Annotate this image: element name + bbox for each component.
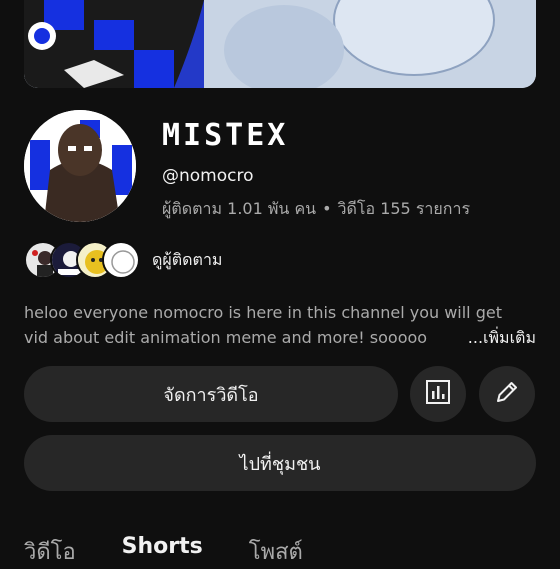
tab-videos[interactable]: วิดีโอ: [24, 534, 76, 569]
stats-separator: •: [322, 199, 332, 218]
pencil-icon: [494, 379, 520, 410]
analytics-icon: [425, 379, 451, 410]
channel-avatar[interactable]: [24, 110, 136, 222]
channel-handle: @nomocro: [162, 166, 254, 186]
tab-posts[interactable]: โพสต์: [249, 534, 303, 569]
channel-stats: ผู้ติดตาม 1.01 พัน คน • วิดีโอ 155 รายการ: [162, 197, 470, 222]
more-link[interactable]: ...เพิ่มเติม: [468, 325, 536, 350]
channel-description[interactable]: heloo everyone nomocro is here in this c…: [24, 300, 536, 350]
analytics-button[interactable]: [410, 366, 466, 422]
description-line-2: vid about edit animation meme and more! …: [24, 328, 428, 347]
edit-channel-button[interactable]: [479, 366, 535, 422]
manage-videos-button[interactable]: จัดการวิดีโอ: [24, 366, 398, 422]
channel-tabs: วิดีโอ Shorts โพสต์: [24, 534, 349, 569]
subscriber-count: ผู้ติดตาม 1.01 พัน คน: [162, 199, 317, 218]
channel-name: MISTEX: [162, 118, 289, 153]
channel-banner: [24, 0, 536, 88]
description-line-1: heloo everyone nomocro is here in this c…: [24, 303, 502, 322]
view-subscribers-link[interactable]: ดูผู้ติดตาม: [152, 248, 222, 273]
tab-shorts[interactable]: Shorts: [122, 534, 203, 569]
view-subscribers-row[interactable]: ดูผู้ติดตาม: [24, 240, 222, 280]
community-button[interactable]: ไปที่ชุมชน: [24, 435, 536, 491]
video-count: วิดีโอ 155 รายการ: [337, 199, 471, 218]
subscriber-avatar: [102, 241, 140, 279]
